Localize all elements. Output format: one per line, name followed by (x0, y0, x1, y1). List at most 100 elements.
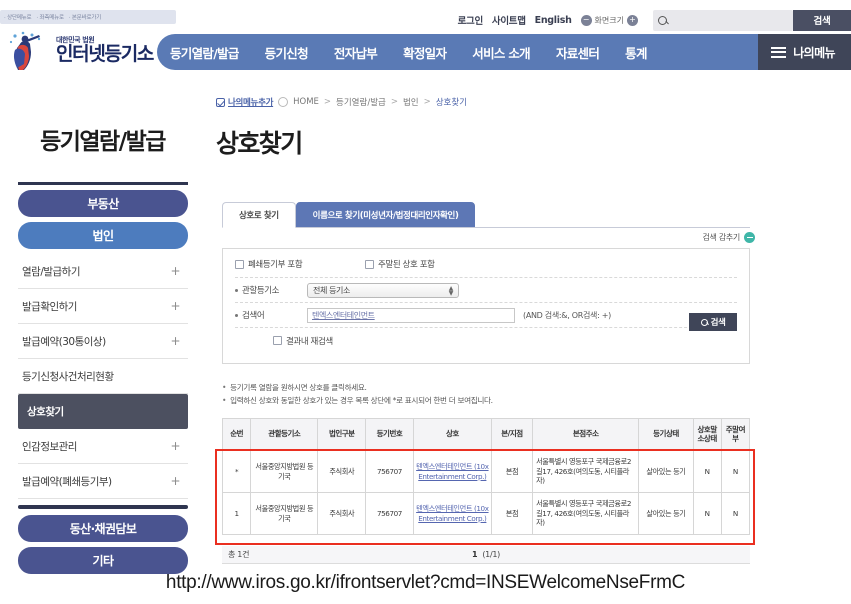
cell-address: 서울특별시 영등포구 국제금융로2길17, 426호(여의도동, 시티플라자) (532, 450, 640, 493)
court-emblem-icon (6, 30, 52, 72)
breadcrumb: 나의메뉴추가 HOME > 등기열람/발급 > 법인 > 상호찾기 (216, 96, 467, 108)
cell-company-name-link[interactable]: 텐엑스엔터테인먼트 (10x Entertainment Corp.) (412, 492, 492, 535)
nav-item-data-center[interactable]: 자료센터 (543, 34, 612, 70)
cell-no: 1 (221, 492, 252, 535)
tab-bar: 상호로 찾기 이름으로 찾기(미성년자/법정대리인자확인) (222, 202, 476, 228)
sidebar-item-find-company-name[interactable]: 상호찾기 (18, 394, 188, 429)
sidebar-item-reservation-30[interactable]: 발급예약(30통이상) + (18, 324, 188, 359)
tab-search-by-person[interactable]: 이름으로 찾기(미성년자/법정대리인자확인) (295, 202, 476, 228)
cell-status: 살아있는 등기 (638, 450, 694, 493)
cell-company-name-link[interactable]: 텐엑스엔터테인먼트 (10x Entertainment Corp.) (412, 450, 492, 493)
sidebar-category-etc[interactable]: 기타 (18, 547, 188, 574)
nav-item-statistics[interactable]: 통계 (612, 34, 660, 70)
cell-cancel-status: N (692, 450, 722, 493)
login-link[interactable]: 로그인 (458, 13, 484, 27)
cell-address: 서울특별시 영등포구 국제금융로2길17, 426호(여의도동, 시티플라자) (532, 492, 640, 535)
nav-item-fixed-date[interactable]: 확정일자 (390, 34, 459, 70)
expand-icon[interactable]: + (170, 440, 180, 452)
breadcrumb-level-2[interactable]: 법인 (403, 96, 419, 108)
checkbox-icon (235, 259, 244, 269)
table-row[interactable]: 1 서울중앙지방법원 등기국 주식회사 756707 텐엑스엔터테인먼트 (10… (221, 492, 751, 535)
nav-item-service-intro[interactable]: 서비스 소개 (459, 34, 543, 70)
sidebar: 부동산 법인 열람/발급하기 + 발급확인하기 + 발급예약(30통이상) + … (18, 182, 188, 579)
checkbox-icon (273, 336, 282, 345)
check-icon (216, 97, 225, 107)
checkbox-icon (365, 259, 374, 269)
sidebar-item-reservation-closed[interactable]: 발급예약(폐쇄등기부) + (18, 464, 188, 499)
hide-search-toggle[interactable]: 검색 감추기 (702, 232, 755, 243)
checkbox-research-within-results[interactable]: 결과내 재검색 (273, 335, 333, 347)
office-row: 관할등기소 전체 등기소 ▲ ▼ (235, 278, 737, 303)
sidebar-item-case-status[interactable]: 등기신청사건처리현황 (18, 359, 188, 394)
site-search-button[interactable]: 검색 (793, 9, 851, 31)
checkbox-label: 주말된 상호 포함 (378, 260, 435, 270)
sidebar-item-label: 등기신청사건처리현황 (22, 370, 114, 383)
skip-link-2[interactable]: · 좌측메뉴로 (36, 13, 64, 21)
cell-office: 서울중앙지방법원 등기국 (250, 492, 319, 535)
nav-item-my-menu[interactable]: 나의메뉴 (758, 34, 851, 70)
screen-size-control: − 화면크기 + (580, 14, 638, 26)
results-table: 순번 관할등기소 법인구분 등기번호 상호 본/지점 본점주소 등기상태 상호말… (221, 418, 751, 535)
cell-type: 주식회사 (317, 450, 367, 493)
zoom-in-icon[interactable]: + (627, 14, 638, 26)
site-search-input[interactable] (671, 14, 781, 26)
breadcrumb-home[interactable]: HOME (293, 97, 319, 107)
utility-bar: 로그인 사이트맵 English − 화면크기 + 검색 (458, 6, 851, 34)
sidebar-category-corporation[interactable]: 법인 (18, 222, 188, 249)
sidebar-category-movable-assets[interactable]: 동산·채권담보 (18, 515, 188, 542)
tab-search-by-name[interactable]: 상호로 찾기 (222, 202, 296, 228)
bullet-icon: • (222, 396, 227, 406)
sidebar-category-realestate[interactable]: 부동산 (18, 190, 188, 217)
expand-icon[interactable]: + (170, 300, 180, 312)
col-branch: 본/지점 (490, 418, 534, 451)
breadcrumb-level-1[interactable]: 등기열람/발급 (336, 96, 386, 108)
sidebar-item-issue-confirm[interactable]: 발급확인하기 + (18, 289, 188, 324)
skip-link-3[interactable]: · 본문바로가기 (69, 13, 101, 21)
logo-title: 인터넷등기소 (56, 42, 154, 65)
page-number[interactable]: 1 (472, 550, 478, 559)
keyword-hint: (AND 검색:&, OR검색: +) (523, 310, 611, 320)
col-name: 상호 (412, 418, 492, 451)
expand-icon[interactable]: + (170, 335, 180, 347)
zoom-out-icon[interactable]: − (580, 14, 592, 26)
office-select[interactable]: 전체 등기소 ▲ ▼ (307, 282, 459, 298)
expand-icon[interactable]: + (170, 265, 180, 277)
cell-regno: 756707 (365, 450, 414, 493)
keyword-input[interactable]: 텐엑스엔터테인먼트 (307, 307, 515, 323)
sidebar-title: 등기열람/발급 (40, 129, 166, 155)
sitemap-link[interactable]: 사이트맵 (492, 13, 526, 27)
sidebar-item-label: 발급예약(30통이상) (22, 335, 106, 348)
col-no: 순번 (221, 418, 252, 451)
nav-item-registry-apply[interactable]: 등기신청 (252, 34, 321, 70)
add-to-my-menu-button[interactable]: 나의메뉴추가 (216, 96, 273, 108)
instruction-notes: • 등기기록 열람을 원하시면 상호를 클릭하세요. • 입력하신 상호와 동일… (222, 381, 750, 408)
expand-icon[interactable]: + (170, 475, 180, 487)
add-to-my-menu-label: 나의메뉴추가 (228, 98, 274, 108)
search-button[interactable]: 검색 (689, 313, 737, 331)
home-icon[interactable] (278, 97, 289, 107)
col-office: 관할등기소 (250, 418, 319, 451)
english-link[interactable]: English (535, 15, 572, 26)
checkbox-include-closed[interactable]: 폐쇄등기부 포함 (235, 258, 365, 270)
cell-no: * (221, 450, 252, 493)
checkbox-include-weekly[interactable]: 주말된 상호 포함 (365, 258, 435, 270)
cell-type: 주식회사 (317, 492, 367, 535)
breadcrumb-current: 상호찾기 (435, 98, 468, 108)
bullet-icon: • (222, 383, 227, 392)
hamburger-icon (771, 46, 787, 58)
nav-item-registry-view[interactable]: 등기열람/발급 (157, 34, 252, 70)
sidebar-item-view-issue[interactable]: 열람/발급하기 + (18, 254, 188, 289)
cell-branch: 본점 (490, 492, 534, 535)
sidebar-item-label: 발급확인하기 (22, 300, 77, 313)
nav-item-epayment[interactable]: 전자납부 (321, 34, 390, 70)
sidebar-item-seal-info[interactable]: 인감정보관리 + (18, 429, 188, 464)
site-search-box[interactable] (653, 9, 793, 31)
keyword-row: 검색어 텐엑스엔터테인먼트 (AND 검색:&, OR검색: +) (235, 303, 737, 328)
breadcrumb-separator-2: > (390, 97, 398, 107)
cell-regno: 756707 (365, 492, 414, 535)
skip-link-1[interactable]: · 상단메뉴로 (4, 13, 32, 21)
site-logo[interactable]: 대한민국 법원 인터넷등기소 (6, 30, 154, 72)
sidebar-item-label: 상호찾기 (27, 406, 64, 418)
table-row[interactable]: * 서울중앙지방법원 등기국 주식회사 756707 텐엑스엔터테인먼트 (10… (221, 450, 751, 493)
cell-weekly: N (720, 450, 751, 493)
